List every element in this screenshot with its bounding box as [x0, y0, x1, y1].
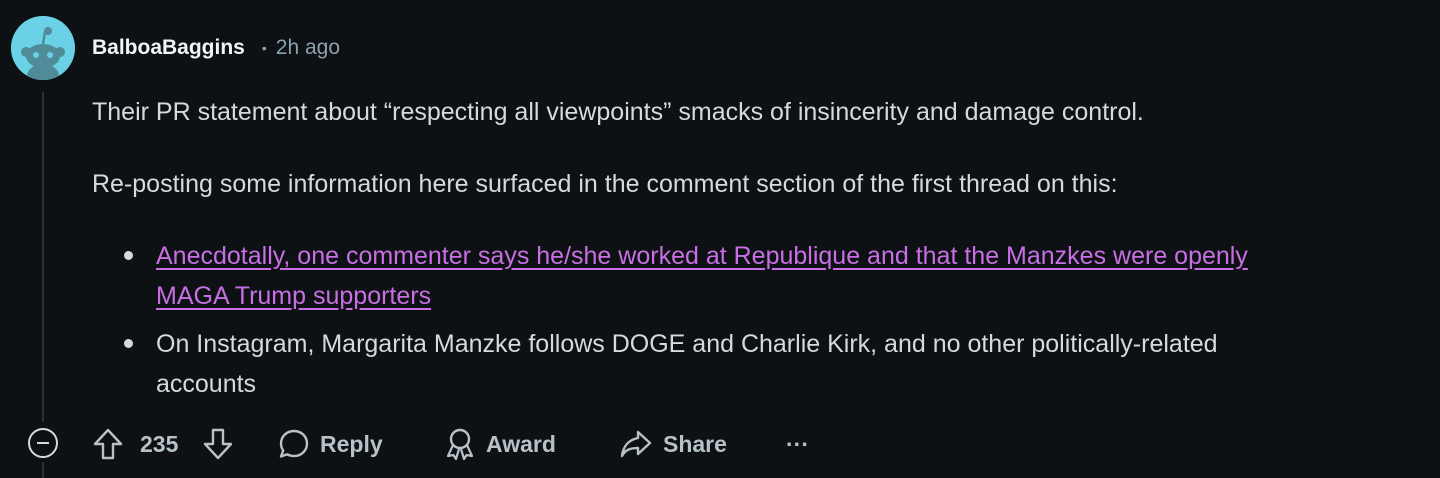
upvote-button[interactable]: [92, 422, 124, 466]
award-label: Award: [486, 430, 556, 457]
comment-actions: 235 Reply Award Share ···: [0, 422, 1440, 466]
reply-button[interactable]: Reply: [278, 422, 383, 466]
bullet-icon: [124, 251, 133, 260]
list-item: Anecdotally, one commenter says he/she w…: [92, 236, 1422, 316]
award-button[interactable]: Award: [444, 422, 556, 466]
share-label: Share: [663, 430, 727, 457]
comment-paragraph: Re-posting some information here surface…: [92, 170, 1118, 198]
link-text-line: Anecdotally, one commenter says he/she w…: [156, 242, 1248, 270]
reply-label: Reply: [320, 430, 383, 457]
vote-score: 235: [140, 431, 179, 457]
thread-line[interactable]: [42, 92, 44, 422]
list-item-text: accounts: [156, 370, 257, 398]
bullet-icon: [124, 339, 133, 348]
speech-bubble-icon: [278, 428, 310, 460]
list-item: On Instagram, Margarita Manzke follows D…: [92, 324, 1422, 404]
share-button[interactable]: Share: [619, 422, 727, 466]
source-link[interactable]: Anecdotally, one commenter says he/she w…: [156, 242, 1248, 310]
separator-dot: •: [261, 40, 267, 56]
list-item-text: On Instagram, Margarita Manzke follows D…: [156, 330, 1218, 358]
arrow-up-icon: [92, 427, 124, 461]
username[interactable]: BalboaBaggins: [92, 36, 245, 60]
link-text-line: MAGA Trump supporters: [156, 282, 432, 310]
arrow-down-icon: [202, 427, 234, 461]
award-ribbon-icon: [444, 427, 476, 461]
comment: BalboaBaggins • 2h ago Their PR statemen…: [0, 0, 1440, 478]
ellipsis-icon: ···: [786, 430, 809, 457]
timestamp[interactable]: 2h ago: [276, 36, 340, 60]
bullet-list: Anecdotally, one commenter says he/she w…: [92, 236, 1422, 404]
snoo-avatar-icon: [11, 16, 75, 80]
more-options-button[interactable]: ···: [786, 422, 809, 466]
avatar[interactable]: [11, 16, 75, 80]
collapse-button[interactable]: [28, 428, 58, 458]
comment-header: BalboaBaggins • 2h ago: [92, 34, 340, 62]
comment-paragraph: Their PR statement about “respecting all…: [92, 98, 1144, 126]
share-arrow-icon: [619, 428, 653, 460]
downvote-button[interactable]: [202, 422, 234, 466]
